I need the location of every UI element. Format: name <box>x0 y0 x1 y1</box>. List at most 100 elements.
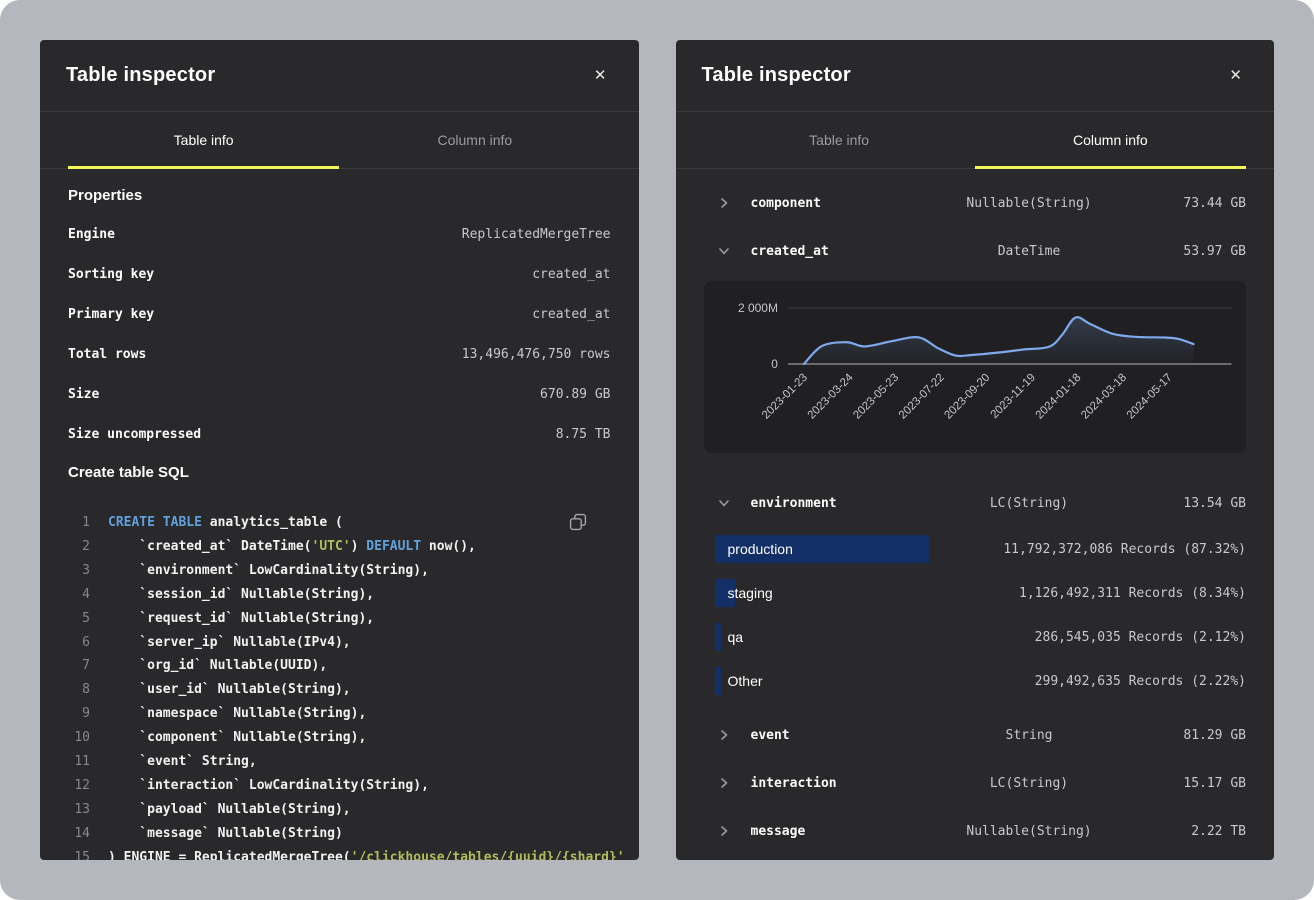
close-icon[interactable]: ✕ <box>588 64 613 87</box>
line-number: 15 <box>68 846 90 860</box>
sql-line: 1CREATE TABLE analytics_table ( <box>68 511 611 535</box>
column-size: 13.54 GB <box>1134 496 1246 511</box>
table-inspector-dialog-column-info: Table inspector ✕ Table infoColumn info … <box>676 40 1275 860</box>
value-bar <box>715 667 721 695</box>
svg-text:2023-03-24: 2023-03-24 <box>805 371 855 421</box>
sql-line: 3 `environment` LowCardinality(String), <box>68 559 611 583</box>
value-bar <box>715 623 721 651</box>
close-icon[interactable]: ✕ <box>1223 64 1248 87</box>
value-bar-zone: qa <box>715 623 1035 651</box>
column-row-created_at[interactable]: created_atDateTime53.97 GB <box>704 227 1247 275</box>
chevron-right-icon <box>718 729 730 741</box>
line-number: 3 <box>68 559 90 583</box>
svg-text:2 000M: 2 000M <box>738 301 778 315</box>
property-value: 13,496,476,750 rows <box>462 347 611 362</box>
line-number: 11 <box>68 750 90 774</box>
properties-list: Engine ReplicatedMergeTree Sorting keycrea… <box>68 214 611 454</box>
sql-code-text: `org_id` Nullable(UUID), <box>108 654 327 678</box>
tab-column-info[interactable]: Column info <box>339 112 610 168</box>
value-label: qa <box>728 623 744 651</box>
property-label: Engine <box>68 227 115 242</box>
sql-code-text: `namespace` Nullable(String), <box>108 702 366 726</box>
column-type: Nullable(String) <box>924 196 1134 211</box>
sql-token: ) ENGINE = ReplicatedMergeTree( <box>108 850 351 860</box>
sql-code-text: `event` String, <box>108 750 257 774</box>
sql-token: 'UTC' <box>312 539 351 554</box>
line-number: 9 <box>68 702 90 726</box>
sql-code-text: `server_ip` Nullable(IPv4), <box>108 631 351 655</box>
value-row-production: production11,792,372,086 Records (87.32%… <box>704 527 1247 571</box>
property-label: Size uncompressed <box>68 427 201 442</box>
value-label: staging <box>728 579 773 607</box>
column-type: Nullable(String) <box>924 824 1134 839</box>
column-size: 81.29 GB <box>1134 728 1246 743</box>
sql-line: 11 `event` String, <box>68 750 611 774</box>
property-row: Sorting keycreated_at <box>68 254 611 294</box>
property-value: created_at <box>532 307 610 322</box>
copy-icon[interactable] <box>567 511 589 536</box>
property-label: Size <box>68 387 99 402</box>
property-row: Engine ReplicatedMergeTree <box>68 214 611 254</box>
sql-token: `interaction` LowCardinality(String), <box>108 778 429 793</box>
svg-text:0: 0 <box>771 357 778 371</box>
column-row-component[interactable]: componentNullable(String)73.44 GB <box>704 179 1247 227</box>
column-type: DateTime <box>924 244 1134 259</box>
sql-token: `created_at` DateTime( <box>108 539 312 554</box>
column-name: environment <box>751 496 925 511</box>
tab-label: Table info <box>809 132 869 148</box>
sql-line: 8 `user_id` Nullable(String), <box>68 678 611 702</box>
tab-column-info[interactable]: Column info <box>975 112 1246 168</box>
column-name: component <box>751 196 925 211</box>
property-label: Total rows <box>68 347 146 362</box>
property-value: created_at <box>532 267 610 282</box>
svg-text:2024-05-17: 2024-05-17 <box>1124 372 1174 422</box>
value-row-other: Other299,492,635 Records (2.22%) <box>704 659 1247 703</box>
sql-line: 12 `interaction` LowCardinality(String), <box>68 774 611 798</box>
sql-token: `namespace` Nullable(String), <box>108 706 366 721</box>
svg-text:2023-05-23: 2023-05-23 <box>851 372 901 422</box>
sql-token: `session_id` Nullable(String), <box>108 587 374 602</box>
sql-token: `user_id` Nullable(String), <box>108 682 351 697</box>
value-bar-zone: production <box>715 535 1004 563</box>
line-number: 10 <box>68 726 90 750</box>
sql-line: 5 `request_id` Nullable(String), <box>68 607 611 631</box>
create-table-sql-heading: Create table SQL <box>68 464 611 481</box>
sql-code-text: `interaction` LowCardinality(String), <box>108 774 429 798</box>
value-row-staging: staging1,126,492,311 Records (8.34%) <box>704 571 1247 615</box>
chevron-right-icon <box>718 825 730 837</box>
column-row-interaction[interactable]: interactionLC(String)15.17 GB <box>704 759 1247 807</box>
column-size: 73.44 GB <box>1134 196 1246 211</box>
table-info-scroll-area[interactable]: Properties EngineReplicatedMergeTreeSort… <box>40 169 639 860</box>
column-row-environment[interactable]: environmentLC(String)13.54 GB <box>704 479 1247 527</box>
sql-line: 7 `org_id` Nullable(UUID), <box>68 654 611 678</box>
column-size: 2.22 TB <box>1134 824 1246 839</box>
column-row-message[interactable]: messageNullable(String)2.22 TB <box>704 807 1247 855</box>
property-label: Primary key <box>68 307 154 322</box>
value-records: 299,492,635 Records (2.22%) <box>1035 674 1246 689</box>
svg-text:2023-01-23: 2023-01-23 <box>760 372 810 422</box>
sql-token: CREATE TABLE <box>108 515 210 530</box>
property-value: ReplicatedMergeTree <box>462 227 611 242</box>
value-bar-zone: Other <box>715 667 1035 695</box>
tab-table-info[interactable]: Table info <box>704 112 975 168</box>
sql-line: 2 `created_at` DateTime('UTC') DEFAULT n… <box>68 535 611 559</box>
sql-code-text: `component` Nullable(String), <box>108 726 366 750</box>
column-type: LC(String) <box>924 496 1134 511</box>
sql-token: `payload` Nullable(String), <box>108 802 351 817</box>
sql-token: ) <box>351 539 367 554</box>
column-info-scroll-area[interactable]: componentNullable(String)73.44 GBcreated… <box>676 169 1275 860</box>
chevron-right-icon <box>718 777 730 789</box>
column-row-event[interactable]: eventString81.29 GB <box>704 711 1247 759</box>
line-number: 8 <box>68 678 90 702</box>
tab-table-info[interactable]: Table info <box>68 112 339 168</box>
columns-list: componentNullable(String)73.44 GBcreated… <box>704 179 1247 855</box>
line-number: 6 <box>68 631 90 655</box>
property-row: Size670.89 GB <box>68 374 611 414</box>
sql-code-text: CREATE TABLE analytics_table ( <box>108 511 343 535</box>
sql-code-text: `message` Nullable(String) <box>108 822 343 846</box>
svg-text:2024-01-18: 2024-01-18 <box>1033 372 1083 422</box>
value-row-qa: qa286,545,035 Records (2.12%) <box>704 615 1247 659</box>
chevron-down-icon <box>718 245 730 257</box>
create-table-sql-code: 1CREATE TABLE analytics_table (2 `create… <box>68 503 611 860</box>
column-size: 15.17 GB <box>1134 776 1246 791</box>
